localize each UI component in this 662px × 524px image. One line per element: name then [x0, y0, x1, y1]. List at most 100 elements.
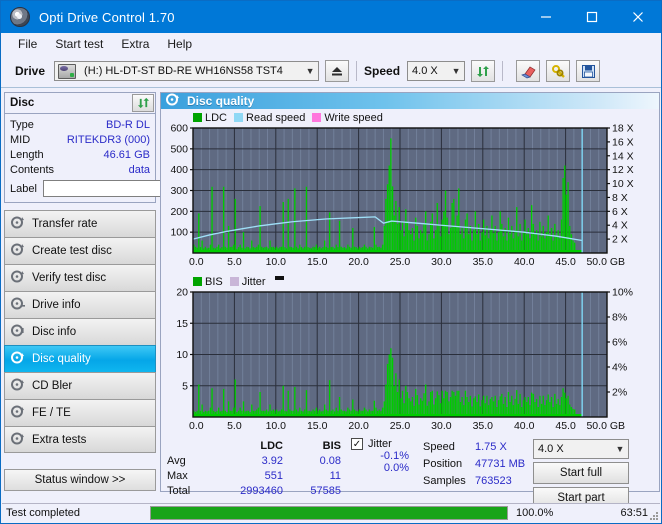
drive-select[interactable]: (H:) HL-DT-ST BD-RE WH16NS58 TST4 ▼	[54, 61, 320, 81]
resize-grip-icon[interactable]	[647, 509, 658, 520]
progress-bar	[150, 506, 508, 520]
maximize-button[interactable]	[569, 1, 615, 33]
stats-header-row: LDC BIS	[167, 438, 347, 453]
sidebar-item-label: Drive info	[32, 299, 81, 311]
legend-entry-ldc: LDC	[193, 112, 227, 124]
drive-label: Drive	[15, 64, 46, 78]
svg-text:20: 20	[176, 287, 188, 299]
svg-text:40.0: 40.0	[514, 420, 535, 432]
svg-text:15: 15	[176, 318, 188, 330]
sidebar-item-transfer-rate[interactable]: Transfer rate	[4, 210, 156, 237]
status-window-button[interactable]: Status window >>	[4, 469, 156, 491]
start-full-button[interactable]: Start full	[533, 462, 629, 484]
app-window: Opti Drive Control 1.70 File Start test …	[0, 0, 662, 524]
disc-contents-label: Contents	[10, 163, 55, 176]
legend-swatch-read-speed	[234, 113, 244, 122]
sidebar-item-label: Disc quality	[32, 353, 91, 365]
svg-text:20.0: 20.0	[348, 420, 369, 432]
svg-text:200: 200	[170, 206, 188, 218]
chart-ldc-svg: 100 200 300 400 500 600 2 X 4 X 6 X 8 X 10 X 12 X 14…	[170, 123, 634, 269]
chart-bis: 5 10 15 20 2% 4% 6% 8% 10% 0.0 5.0 10.0 15.0 20.0 25.0…	[161, 287, 659, 436]
legend-label-bis: BIS	[205, 275, 223, 288]
title-bar: Opti Drive Control 1.70	[1, 1, 661, 33]
svg-text:30.0: 30.0	[431, 420, 452, 432]
measurement-column: Speed 1.75 X Position 47731 MB Samples 7…	[423, 438, 533, 509]
disc-panel: Disc Type BD-R DL MID RITEKDR3 (000) Len…	[4, 92, 246, 203]
stats-total-ldc: 2993460	[240, 484, 283, 497]
test-speed-select[interactable]: 4.0 X ▼	[533, 439, 629, 459]
minimize-button[interactable]	[523, 1, 569, 33]
sidebar-item-create-test-disc[interactable]: Create test disc	[4, 237, 156, 264]
svg-text:45.0: 45.0	[555, 256, 576, 268]
svg-text:16 X: 16 X	[612, 136, 634, 148]
svg-text:35.0: 35.0	[473, 420, 494, 432]
sidebar-item-cd-bler[interactable]: CD Bler	[4, 372, 156, 399]
svg-text:35.0: 35.0	[473, 256, 494, 268]
chart-ldc-legend: LDC Read speed Write speed	[193, 111, 659, 124]
menu-file[interactable]: File	[9, 34, 46, 54]
actions-column: 4.0 X ▼ Start full Start part	[533, 438, 633, 509]
svg-text:10.0: 10.0	[266, 420, 287, 432]
disc-info-list: Type BD-R DL MID RITEKDR3 (000) Length 4…	[5, 114, 246, 202]
svg-text:4 X: 4 X	[612, 220, 628, 232]
disc-row-length: Length 46.61 GB	[10, 147, 150, 162]
refresh-button[interactable]	[471, 60, 496, 82]
svg-text:20.0: 20.0	[348, 256, 369, 268]
speed-row: Speed 1.75 X	[423, 438, 533, 455]
disc-label-label: Label	[10, 182, 37, 195]
stats-avg-ldc: 3.92	[261, 454, 283, 467]
tools-button[interactable]	[546, 60, 571, 82]
chart-bis-legend: BIS Jitter	[193, 275, 659, 288]
disc-mid-value: RITEKDR3 (000)	[66, 133, 150, 146]
svg-text:6%: 6%	[612, 337, 627, 349]
position-row-label: Position	[423, 457, 463, 470]
stats-max-label: Max	[167, 469, 188, 482]
menu-extra[interactable]: Extra	[112, 34, 158, 54]
menu-start-test[interactable]: Start test	[46, 34, 112, 54]
disc-type-label: Type	[10, 118, 34, 131]
disc-contents-value: data	[128, 163, 150, 176]
disc-refresh-button[interactable]	[132, 94, 154, 112]
app-disc-icon	[10, 7, 30, 27]
chevron-down-icon: ▼	[305, 66, 315, 76]
svg-text:45.0: 45.0	[555, 420, 576, 432]
sidebar-item-label: FE / TE	[32, 407, 71, 419]
jitter-value-1: -0.1%	[380, 450, 409, 462]
disc-row-mid: MID RITEKDR3 (000)	[10, 132, 150, 147]
disc-icon	[11, 270, 25, 286]
svg-text:12 X: 12 X	[612, 164, 634, 176]
erase-button[interactable]	[516, 60, 541, 82]
menu-help[interactable]: Help	[158, 34, 201, 54]
position-row: Position 47731 MB	[423, 455, 533, 472]
jitter-checkbox[interactable]: ✓	[351, 438, 363, 450]
svg-text:18 X: 18 X	[612, 123, 634, 135]
speed-select[interactable]: 4.0 X ▼	[407, 61, 466, 81]
stats-max-bis: 11	[329, 469, 341, 482]
sidebar-item-fe-te[interactable]: FE / TE	[4, 399, 156, 426]
samples-row: Samples 763523	[423, 472, 533, 489]
stats-row-max: Max 551 11	[167, 468, 347, 483]
close-button[interactable]	[615, 1, 661, 33]
toolbar-divider-1	[356, 61, 358, 81]
svg-text:15.0: 15.0	[307, 256, 328, 268]
window-title: Opti Drive Control 1.70	[39, 9, 175, 25]
stats-total-label: Total	[167, 484, 191, 497]
samples-row-value: 763523	[475, 474, 512, 487]
jitter-column: ✓ Jitter -0.1% 0.0%	[347, 438, 423, 509]
sidebar-item-verify-test-disc[interactable]: Verify test disc	[4, 264, 156, 291]
legend-swatch-ldc	[193, 113, 202, 122]
svg-text:6 X: 6 X	[612, 206, 628, 218]
save-button[interactable]	[576, 60, 601, 82]
speed-label: Speed	[364, 64, 401, 78]
eject-button[interactable]	[325, 60, 350, 82]
stats-row-avg: Avg 3.92 0.08	[167, 453, 347, 468]
legend-entry-write-speed: Write speed	[312, 112, 383, 124]
sidebar-item-drive-info[interactable]: Drive info	[4, 291, 156, 318]
sidebar-item-disc-quality[interactable]: Disc quality	[4, 345, 156, 372]
sidebar-item-disc-info[interactable]: Disc info	[4, 318, 156, 345]
disc-icon	[11, 378, 25, 394]
sidebar-item-extra-tests[interactable]: Extra tests	[4, 426, 156, 453]
svg-text:25.0: 25.0	[390, 420, 411, 432]
svg-text:30.0: 30.0	[431, 256, 452, 268]
legend-label-ldc: LDC	[205, 111, 228, 124]
